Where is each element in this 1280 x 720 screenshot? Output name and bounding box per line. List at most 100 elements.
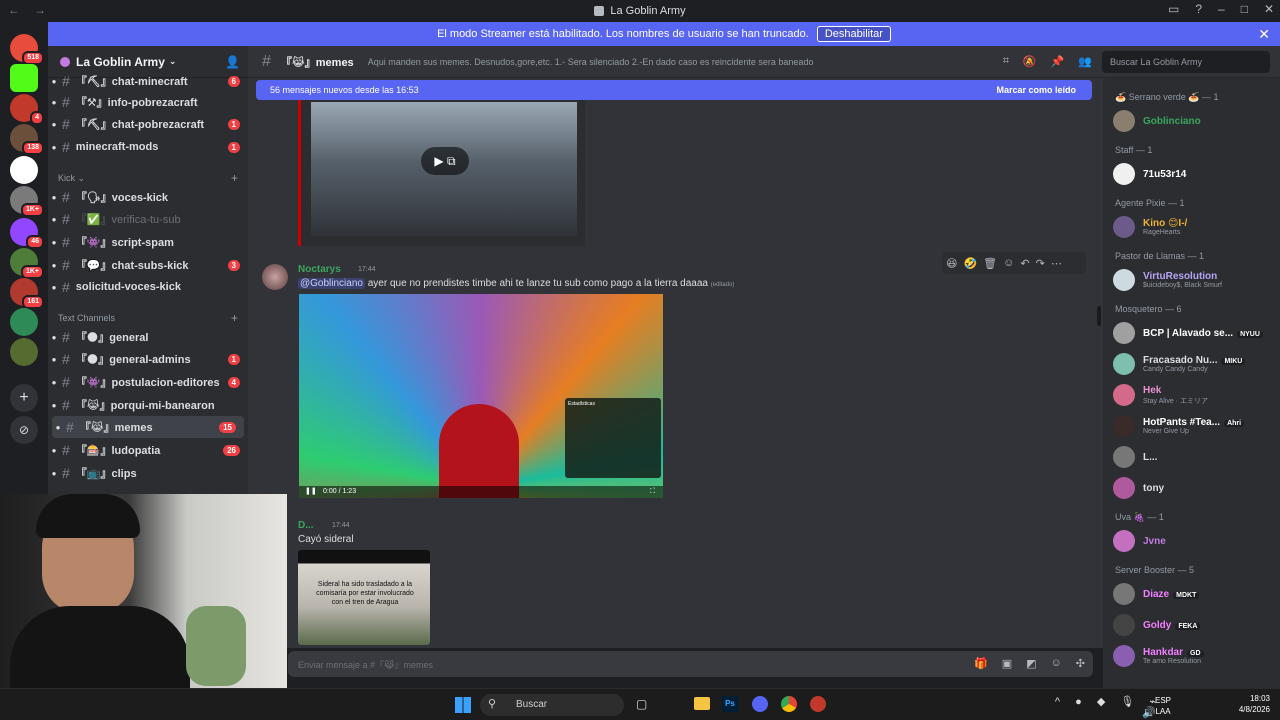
reaction-emoji-icon[interactable]: 😆: [946, 257, 957, 270]
notifications-icon[interactable]: 🔕: [1023, 55, 1037, 68]
members-icon[interactable]: 👥: [1078, 55, 1092, 68]
threads-icon[interactable]: ⌗: [1003, 55, 1009, 68]
channel-item[interactable]: ● # 『🗣』voces-kick: [48, 186, 248, 208]
server-icon[interactable]: 518: [10, 34, 44, 65]
gif-icon[interactable]: ▣: [1002, 657, 1012, 670]
server-icon[interactable]: 161: [10, 278, 44, 309]
member-item[interactable]: Jvne: [1113, 528, 1275, 554]
apps-icon[interactable]: ✣: [1076, 657, 1085, 670]
channel-item[interactable]: ● # 『⛏』chat-minecraft 6: [48, 70, 248, 92]
member-item[interactable]: Diaze MDKT: [1113, 581, 1275, 607]
channel-item[interactable]: ● # 『🎰』ludopatia 26: [48, 439, 248, 461]
close-window-button[interactable]: ✕: [1264, 2, 1274, 16]
member-item[interactable]: Hankdar GD Te amo Resolution: [1113, 643, 1275, 669]
help-icon[interactable]: ?: [1195, 2, 1202, 16]
task-view-icon[interactable]: ▢: [636, 697, 647, 711]
sticker-icon[interactable]: ◩: [1026, 657, 1036, 670]
chrome-icon[interactable]: [781, 696, 797, 712]
channel-topic[interactable]: Aqui manden sus memes. Desnudos,gore,etc…: [368, 57, 814, 67]
message-author[interactable]: Noctarys: [298, 264, 341, 275]
server-icon[interactable]: [10, 338, 38, 366]
app-icon[interactable]: [810, 696, 826, 712]
tray-icons[interactable]: ^ ● ◆ 🎙 ⌁ 🔊: [1052, 697, 1162, 719]
chat-scrollbar[interactable]: [1097, 306, 1101, 326]
explore-icon[interactable]: ⊘: [10, 416, 38, 444]
member-item[interactable]: HotPants #Tea... Ahri Never Give Up: [1113, 413, 1275, 439]
server-icon[interactable]: [10, 308, 38, 336]
channel-item[interactable]: ● # 『⚒』info-pobrezacraft: [48, 91, 248, 113]
channel-item[interactable]: ● # minecraft-mods 1: [48, 136, 248, 158]
channel-item[interactable]: ● # 『💬』chat-subs-kick 3: [48, 254, 248, 276]
channel-item[interactable]: ● # 『🌑』general-admins 1: [48, 348, 248, 370]
play-icon[interactable]: ▶ ⧉: [421, 147, 469, 175]
server-icon[interactable]: 1K+: [10, 186, 44, 217]
discord-icon[interactable]: [752, 696, 768, 712]
inbox-icon[interactable]: ▭: [1168, 2, 1179, 16]
emoji-icon[interactable]: ☺: [1051, 657, 1062, 670]
category-kick[interactable]: Kick ⌄ +: [58, 171, 238, 185]
channel-item[interactable]: ● # 『🌑』general: [48, 326, 248, 348]
mark-read-button[interactable]: Marcar como leído: [996, 85, 1076, 95]
forward-icon[interactable]: ↷: [1036, 257, 1045, 270]
server-icon[interactable]: 1K+: [10, 248, 44, 279]
add-channel-icon[interactable]: +: [231, 171, 238, 185]
forward-arrow-icon[interactable]: →: [34, 3, 46, 17]
add-reaction-icon[interactable]: ☺: [1003, 257, 1014, 269]
previous-video-embed[interactable]: ▶ ⧉: [298, 100, 585, 246]
channel-item[interactable]: ● # 『✅』verifica-tu-sub: [48, 208, 248, 230]
category-text-channels[interactable]: Text Channels +: [58, 311, 238, 325]
member-item[interactable]: Kino 😊I-/RageHearts: [1113, 214, 1275, 240]
message-input[interactable]: Enviar mensaje a #『😹』memes 🎁 ▣ ◩ ☺ ✣: [288, 651, 1093, 677]
reaction-emoji-icon[interactable]: 🗑: [983, 257, 997, 270]
pin-icon[interactable]: 📌: [1051, 55, 1065, 68]
server-icon[interactable]: 4: [10, 94, 44, 125]
channel-item[interactable]: ● # 『📺』clips: [48, 462, 248, 484]
language-indicator[interactable]: ESP LAA: [1150, 695, 1176, 717]
search-input[interactable]: Buscar La Goblin Army: [1102, 51, 1270, 73]
server-icon[interactable]: 46: [10, 218, 44, 249]
fullscreen-icon[interactable]: ⛶: [650, 486, 655, 498]
member-item[interactable]: tony: [1113, 475, 1275, 501]
back-arrow-icon[interactable]: ←: [8, 3, 20, 17]
add-channel-icon[interactable]: +: [231, 311, 238, 325]
member-item[interactable]: Hek Stay Alive · エミリア: [1113, 382, 1275, 408]
invite-icon[interactable]: 👤: [225, 55, 240, 69]
avatar[interactable]: [262, 264, 288, 290]
close-icon[interactable]: ✕: [1258, 26, 1270, 43]
more-icon[interactable]: ⋯: [1051, 257, 1062, 270]
member-item[interactable]: 71u53r14: [1113, 161, 1275, 187]
message-author[interactable]: D...: [298, 520, 314, 531]
pause-icon[interactable]: ❚❚: [305, 486, 317, 498]
video-player[interactable]: Estadísticas ❚❚ 0:00 / 1:23 ⛶: [299, 294, 663, 498]
disable-streamer-button[interactable]: Deshabilitar: [816, 26, 891, 42]
member-item[interactable]: L...: [1113, 444, 1275, 470]
channel-item[interactable]: ● # 『👾』script-spam: [48, 231, 248, 253]
gift-icon[interactable]: 🎁: [974, 657, 988, 670]
start-icon[interactable]: [455, 697, 471, 713]
channel-item[interactable]: ● # 『😹』porqui-mi-banearon: [48, 394, 248, 416]
new-messages-bar[interactable]: 56 mensajes nuevos desde las 16:53 Marca…: [256, 80, 1092, 100]
taskbar-search[interactable]: Buscar: [480, 694, 624, 716]
clock[interactable]: 18:03 4/8/2026: [1230, 693, 1270, 715]
server-icon[interactable]: [10, 64, 38, 92]
server-icon[interactable]: [10, 156, 38, 184]
maximize-button[interactable]: □: [1241, 2, 1248, 16]
channel-item[interactable]: ● # solicitud-voces-kick: [48, 276, 248, 298]
add-server-icon[interactable]: +: [10, 384, 38, 412]
channel-item[interactable]: ● # 『⛏』chat-pobrezacraft 1: [48, 113, 248, 135]
member-item[interactable]: VirtuResolution $uicideboy$, Black Smurf: [1113, 267, 1275, 293]
server-icon[interactable]: 138: [10, 124, 44, 155]
reaction-emoji-icon[interactable]: 🤣: [963, 257, 977, 270]
image-attachment[interactable]: Sideral ha sido trasladado a la comisarí…: [298, 550, 430, 645]
minimize-button[interactable]: –: [1218, 2, 1225, 16]
member-item[interactable]: BCP | Alavado se... NYUU: [1113, 320, 1275, 346]
member-item[interactable]: Goblinciano: [1113, 108, 1275, 134]
member-item[interactable]: Goldy FEKA: [1113, 612, 1275, 638]
user-mention[interactable]: @Goblinciano: [298, 278, 365, 289]
photoshop-icon[interactable]: Ps: [722, 696, 738, 712]
channel-item[interactable]: ● # 『😹』memes 15: [52, 416, 244, 438]
reply-icon[interactable]: ↶: [1020, 257, 1029, 270]
channel-item[interactable]: ● # 『👾』postulacion-editores 4: [48, 371, 248, 393]
member-item[interactable]: Fracasado Nu... MIKU Candy Candy Candy: [1113, 351, 1275, 377]
file-explorer-icon[interactable]: [694, 697, 710, 710]
